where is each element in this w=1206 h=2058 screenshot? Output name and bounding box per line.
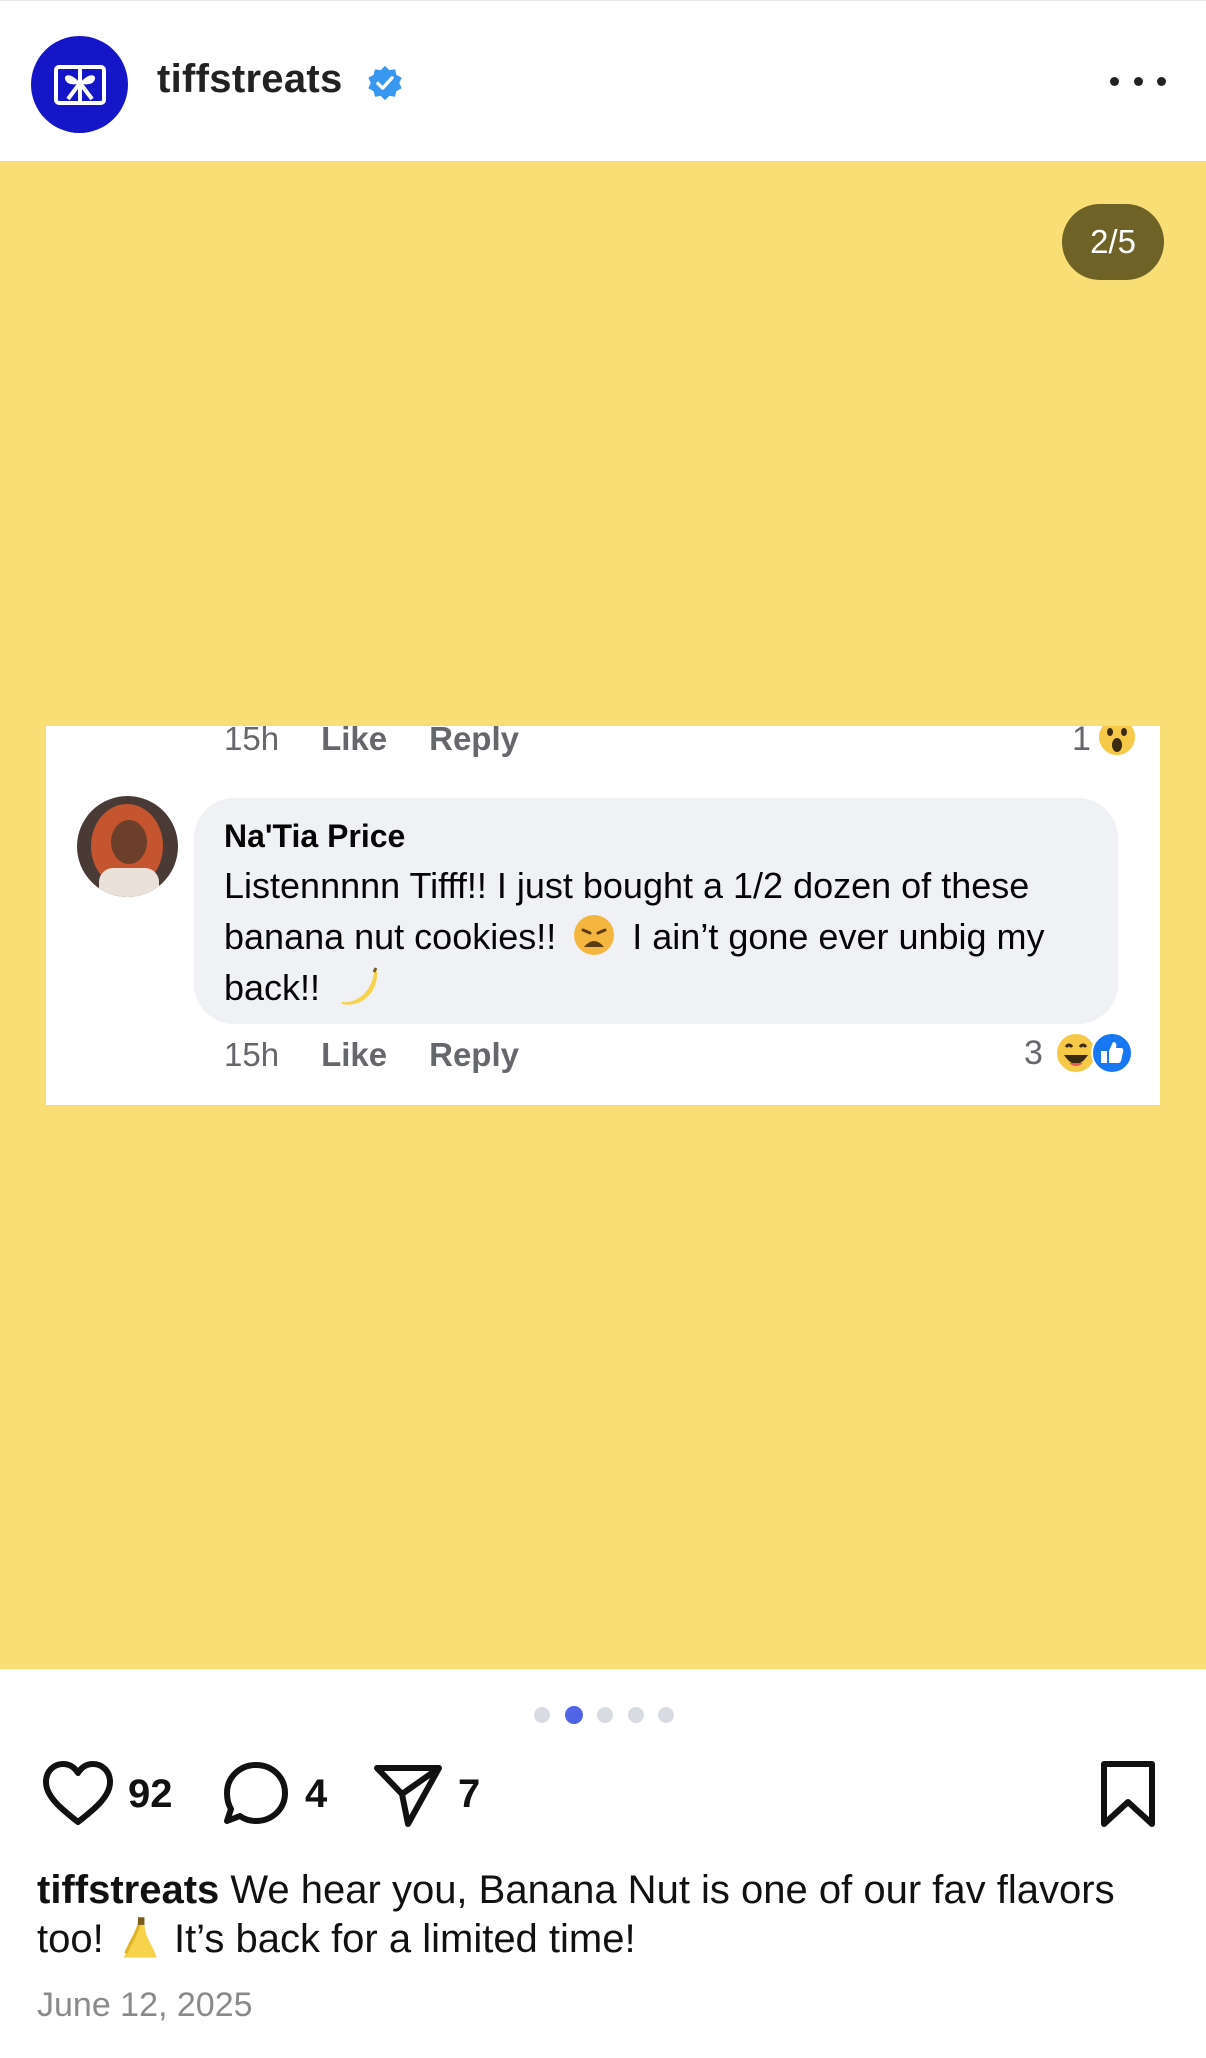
banana-emoji — [342, 967, 378, 1005]
share-count[interactable]: 7 — [458, 1772, 480, 1817]
commenter-name: Na'Tia Price — [224, 818, 406, 854]
bookmark-icon[interactable] — [1098, 1760, 1158, 1828]
reply-link: Reply — [429, 726, 519, 757]
carousel-dot — [534, 1707, 550, 1723]
comment-count[interactable]: 4 — [305, 1772, 327, 1817]
heart-icon[interactable] — [42, 1760, 114, 1828]
previous-comment-actions: 15h Like Reply — [224, 726, 561, 758]
reaction-count: 3 — [1024, 1034, 1043, 1072]
comment-icon[interactable] — [222, 1760, 290, 1828]
reply-link: Reply — [429, 1036, 519, 1073]
carousel-dot — [627, 1707, 644, 1723]
comment-time: 15h — [224, 726, 280, 757]
carousel-indicator — [534, 1706, 674, 1724]
post-date: June 12, 2025 — [37, 1986, 253, 2024]
comment-actions: 15h Like Reply — [224, 1036, 561, 1074]
like-link: Like — [321, 1036, 388, 1073]
banana-emoji — [123, 1917, 157, 1958]
verified-badge-icon — [368, 65, 402, 101]
caption-text-part-2: It’s back for a limited time! — [162, 1917, 636, 1961]
profile-avatar[interactable] — [31, 36, 128, 133]
caption-username[interactable]: tiffstreats — [37, 1868, 219, 1912]
post-caption: tiffstreats We hear you, Banana Nut is o… — [37, 1866, 1167, 1963]
gift-box-icon — [53, 64, 106, 105]
more-options-icon[interactable] — [1110, 61, 1166, 101]
slide-counter: 2/5 — [1062, 204, 1164, 280]
wow-emoji-icon — [1097, 726, 1137, 757]
carousel-dot-active — [564, 1706, 583, 1724]
commenter-avatar — [77, 796, 178, 897]
comment-text: Listennnnn Tifff!! I just bought a 1/2 d… — [224, 860, 1104, 1013]
carousel-dot — [658, 1707, 674, 1723]
comment-time: 15h — [224, 1036, 280, 1073]
carousel-dot — [597, 1707, 613, 1723]
reaction-count: 1 — [1072, 726, 1091, 758]
comment-screenshot: 15h Like Reply 1 Na'Tia Price Listennnnn T… — [46, 726, 1160, 1105]
weary-face-emoji — [574, 915, 615, 955]
action-bar: 92 4 7 — [0, 1760, 1206, 1830]
share-icon[interactable] — [372, 1760, 444, 1828]
post-header: tiffstreats — [0, 0, 1206, 161]
comment-bubble: Na'Tia Price Listennnnn Tifff!! I just b… — [194, 798, 1118, 1024]
like-link: Like — [321, 726, 388, 757]
post-username[interactable]: tiffstreats — [157, 57, 343, 102]
like-count[interactable]: 92 — [128, 1772, 173, 1817]
like-thumb-icon — [1091, 1032, 1133, 1074]
